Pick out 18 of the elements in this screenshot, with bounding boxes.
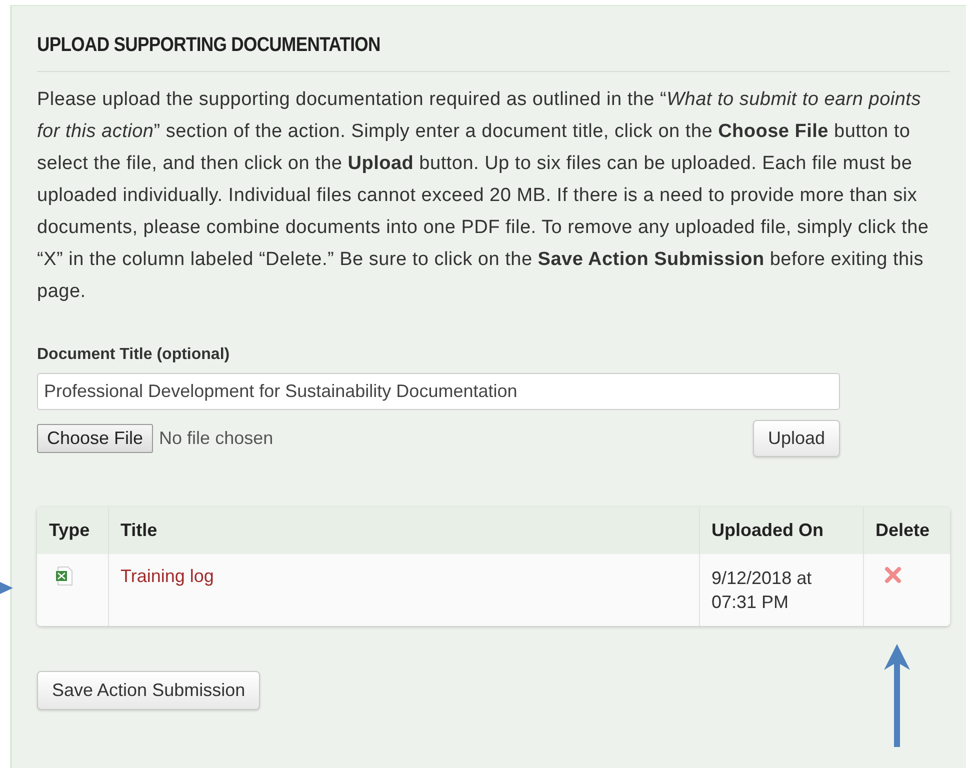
column-header: Type [37, 507, 108, 554]
column-header: Delete [863, 507, 950, 554]
save-button[interactable]: Save Action Submission [37, 671, 260, 710]
file-status-text: No file chosen [159, 428, 274, 449]
column-header: Title [108, 507, 699, 554]
uploaded-date: 9/12/2018 at 07:31 PM [712, 568, 812, 612]
choose-file-button[interactable]: Choose File [37, 424, 154, 453]
file-title-link[interactable]: Training log [120, 566, 214, 586]
instructions-text: Please upload the supporting documentation required as outlined in the “What to submit to earn points for this action” section of the action. Simply enter a document title, click on the Choose File button to select the file, and then click on the Upload button. Up to six files can be uploaded. Each file must be uploaded individually. Individual files cannot exceed 20 MB. If there is a need to provide more than six documents, please combine documents into one PDF file. To remove any uploaded file, simply click the “X” in the column labeled “Delete.” Be sure to click on the Save Action Submission before exiting this page. [37, 88, 930, 304]
up-arrow-icon [884, 644, 910, 747]
spreadsheet-file-icon [55, 566, 73, 586]
delete-icon[interactable] [884, 566, 902, 584]
arrow-icon [0, 582, 13, 594]
column-header: Uploaded On [699, 507, 863, 554]
upload-button[interactable]: Upload [752, 420, 840, 457]
section-title: UPLOAD SUPPORTING DOCUMENTATION [37, 34, 380, 57]
field-label: Document Title (optional) [37, 346, 230, 364]
document-title-field[interactable]: Professional Development for Sustainability Documentation [37, 373, 840, 410]
